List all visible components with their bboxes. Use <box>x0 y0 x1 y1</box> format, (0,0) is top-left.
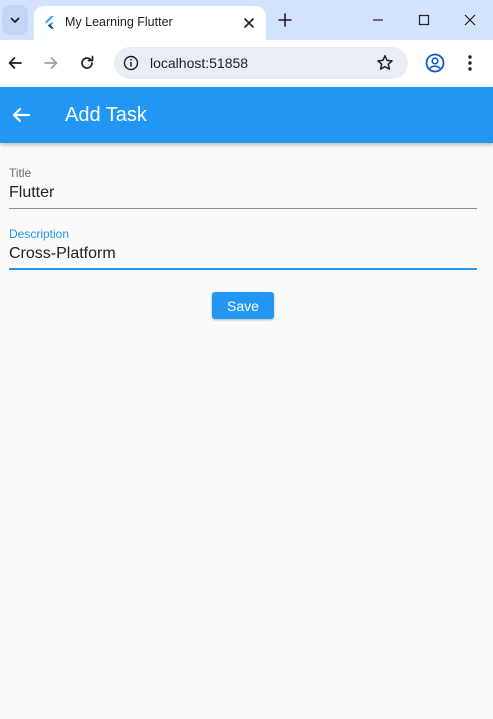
more-vert-icon[interactable] <box>462 53 478 73</box>
minimize-button[interactable] <box>366 8 390 32</box>
page-title: Add Task <box>65 104 147 126</box>
tab-search-button[interactable] <box>2 5 28 35</box>
description-underline <box>9 268 477 270</box>
description-field[interactable]: Description Cross-Platform <box>9 227 477 271</box>
reload-button[interactable] <box>77 53 97 73</box>
description-input[interactable]: Cross-Platform <box>9 245 116 263</box>
star-icon[interactable] <box>376 54 394 72</box>
description-label: Description <box>9 227 70 241</box>
address-bar[interactable]: localhost:51858 <box>114 47 408 79</box>
browser-forward-button[interactable] <box>41 53 61 73</box>
maximize-icon <box>418 14 430 26</box>
title-underline <box>9 208 477 209</box>
close-icon <box>464 14 476 26</box>
save-button[interactable]: Save <box>212 292 274 319</box>
browser-tab[interactable]: My Learning Flutter <box>34 6 266 40</box>
tab-title: My Learning Flutter <box>65 15 173 29</box>
url-text[interactable]: localhost:51858 <box>150 55 248 71</box>
app-bar: Add Task <box>0 87 493 143</box>
arrow-left-icon <box>8 57 22 69</box>
flutter-icon <box>45 16 54 29</box>
title-label: Title <box>9 166 32 180</box>
tab-close-icon[interactable] <box>242 16 256 30</box>
arrow-left-icon[interactable] <box>10 104 32 126</box>
arrow-right-icon <box>44 57 58 69</box>
title-input[interactable]: Flutter <box>9 184 54 202</box>
close-window-button[interactable] <box>458 8 482 32</box>
profile-icon[interactable] <box>424 52 446 74</box>
browser-toolbar: localhost:51858 <box>0 40 493 87</box>
maximize-button[interactable] <box>412 8 436 32</box>
chevron-down-icon <box>10 17 20 23</box>
new-tab-plus-icon[interactable] <box>276 11 294 29</box>
info-icon[interactable] <box>123 55 139 71</box>
title-field[interactable]: Title Flutter <box>9 166 477 210</box>
reload-icon <box>81 55 94 69</box>
minimize-icon <box>373 19 383 21</box>
browser-back-button[interactable] <box>5 53 25 73</box>
browser-tab-strip: My Learning Flutter <box>0 0 493 40</box>
